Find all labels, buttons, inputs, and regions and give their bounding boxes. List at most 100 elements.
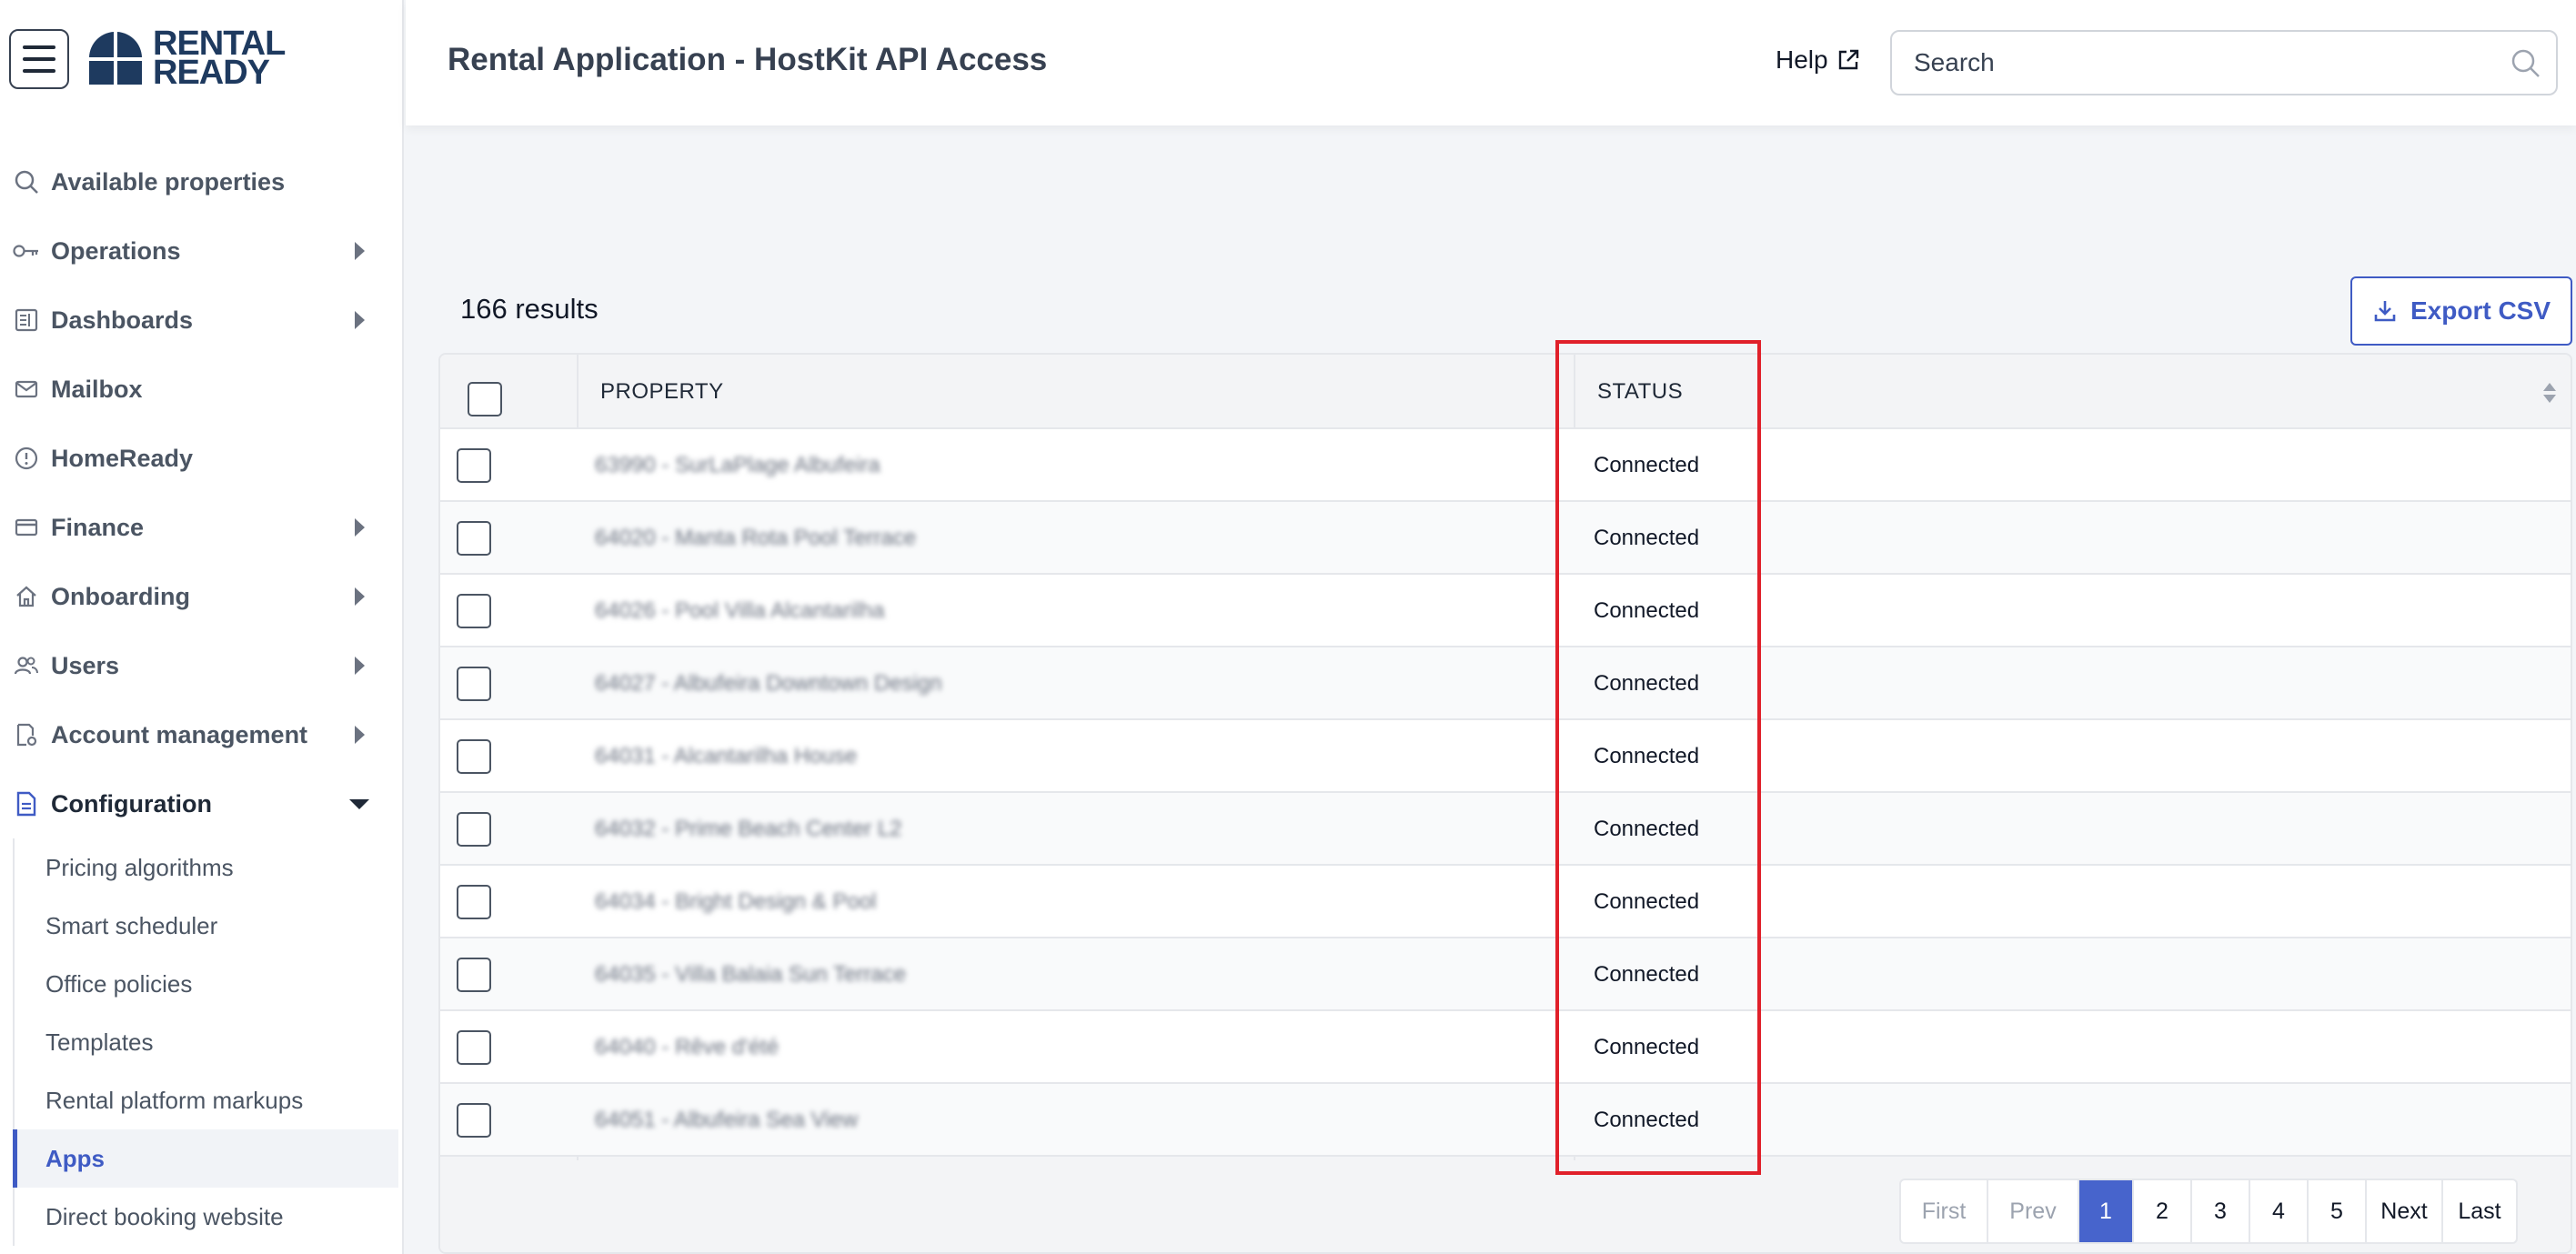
pagination: First Prev 1 2 3 4 5 Next Last <box>1899 1179 2518 1244</box>
sidebar-item-available-properties[interactable]: Available properties <box>0 147 404 216</box>
sidebar: RENTAL READY Available properties Operat… <box>0 0 404 1254</box>
pagination-next[interactable]: Next <box>2367 1180 2443 1242</box>
property-name[interactable]: 64032 - Prime Beach Center L2 <box>595 793 902 866</box>
table-header: PROPERTY STATUS <box>440 355 2571 429</box>
sidebar-item-mailbox[interactable]: Mailbox <box>0 355 404 424</box>
table-row[interactable]: 63990 - SurLaPlage Albufeira Connected <box>440 429 2571 502</box>
logo-text: RENTAL READY <box>153 26 286 92</box>
document-icon <box>13 790 40 818</box>
row-checkbox[interactable] <box>457 739 491 774</box>
row-checkbox[interactable] <box>457 812 491 847</box>
sidebar-item-homeready[interactable]: HomeReady <box>0 424 404 493</box>
column-header-property[interactable]: PROPERTY <box>600 355 724 429</box>
dashboard-icon <box>13 306 40 334</box>
table-row[interactable]: 64040 - Rêve d'été Connected <box>440 1011 2571 1084</box>
chevron-down-icon <box>349 799 369 809</box>
search-icon[interactable] <box>2511 48 2541 79</box>
pagination-first[interactable]: First <box>1901 1180 1988 1242</box>
table-row[interactable]: 64027 - Albufeira Downtown Design Connect… <box>440 647 2571 720</box>
property-name[interactable]: 64020 - Manta Rota Pool Terrace <box>595 502 916 575</box>
property-name[interactable]: 64034 - Bright Design & Pool <box>595 866 877 938</box>
sidebar-item-operations[interactable]: Operations <box>0 216 404 286</box>
row-checkbox[interactable] <box>457 594 491 628</box>
subnav-item-pricing-algorithms[interactable]: Pricing algorithms <box>15 838 404 897</box>
chevron-right-icon <box>355 518 365 537</box>
hamburger-menu-button[interactable] <box>9 29 69 89</box>
row-checkbox[interactable] <box>457 521 491 556</box>
subnav-item-apps[interactable]: Apps <box>13 1129 398 1188</box>
status-value: Connected <box>1594 889 1700 914</box>
subnav-item-rental-platform-markups[interactable]: Rental platform markups <box>15 1071 404 1129</box>
chevron-right-icon <box>355 587 365 606</box>
column-header-status[interactable]: STATUS <box>1597 355 1683 429</box>
sidebar-item-label: HomeReady <box>51 444 194 472</box>
row-checkbox[interactable] <box>457 667 491 701</box>
status-value: Connected <box>1594 526 1700 550</box>
row-checkbox[interactable] <box>457 958 491 992</box>
property-name[interactable]: 64051 - Albufeira Sea View <box>595 1084 858 1157</box>
property-name[interactable]: 64035 - Villa Balaia Sun Terrace <box>595 938 906 1011</box>
pagination-last[interactable]: Last <box>2443 1180 2516 1242</box>
export-csv-button[interactable]: Export CSV <box>2350 276 2572 346</box>
row-checkbox[interactable] <box>457 1103 491 1138</box>
table-row[interactable]: 64032 - Prime Beach Center L2 Connected <box>440 793 2571 866</box>
sort-icon[interactable] <box>2541 380 2558 406</box>
sidebar-item-users[interactable]: Users <box>0 631 404 700</box>
status-value: Connected <box>1594 1108 1700 1132</box>
logo-line2: READY <box>153 54 270 92</box>
table-row[interactable]: 64034 - Bright Design & Pool Connected <box>440 866 2571 938</box>
download-icon <box>2374 301 2396 322</box>
property-name[interactable]: 64026 - Pool Villa Alcantarilha <box>595 575 884 647</box>
search-box <box>1890 30 2558 95</box>
sidebar-nav: Available properties Operations Dashboar… <box>0 147 404 1246</box>
mail-icon <box>13 376 40 403</box>
table-row[interactable]: 64051 - Albufeira Sea View Connected <box>440 1084 2571 1157</box>
users-icon <box>13 652 40 679</box>
table-row[interactable]: 64020 - Manta Rota Pool Terrace Connected <box>440 502 2571 575</box>
sidebar-item-configuration[interactable]: Configuration <box>0 769 404 838</box>
subnav-item-office-policies[interactable]: Office policies <box>15 955 404 1013</box>
credit-card-icon <box>13 514 40 541</box>
chevron-right-icon <box>355 726 365 744</box>
top-header: Rental Application - HostKit API Access … <box>406 0 2576 125</box>
sidebar-item-finance[interactable]: Finance <box>0 493 404 562</box>
sidebar-item-label: Account management <box>51 720 308 748</box>
sidebar-item-account-management[interactable]: Account management <box>0 700 404 769</box>
table-row[interactable]: 64026 - Pool Villa Alcantarilha Connected <box>440 575 2571 647</box>
pagination-page-1[interactable]: 1 <box>2079 1180 2134 1242</box>
property-name[interactable]: 64027 - Albufeira Downtown Design <box>595 647 942 720</box>
home-icon <box>13 583 40 610</box>
menu-bar <box>23 57 55 61</box>
status-value: Connected <box>1594 671 1700 696</box>
pagination-page-3[interactable]: 3 <box>2192 1180 2250 1242</box>
property-name[interactable]: 63990 - SurLaPlage Albufeira <box>595 429 880 502</box>
sidebar-item-dashboards[interactable]: Dashboards <box>0 286 404 355</box>
pagination-page-5[interactable]: 5 <box>2309 1180 2367 1242</box>
sidebar-item-onboarding[interactable]: Onboarding <box>0 562 404 631</box>
table-row[interactable]: 64031 - Alcantarilha House Connected <box>440 720 2571 793</box>
logo[interactable]: RENTAL READY <box>87 26 286 92</box>
subnav-item-direct-booking-website[interactable]: Direct booking website <box>15 1188 404 1246</box>
search-input[interactable] <box>1892 32 2556 94</box>
alert-circle-icon <box>13 445 40 472</box>
table-row[interactable]: 64035 - Villa Balaia Sun Terrace Connecte… <box>440 938 2571 1011</box>
row-checkbox[interactable] <box>457 1030 491 1065</box>
subnav-item-smart-scheduler[interactable]: Smart scheduler <box>15 897 404 955</box>
property-name[interactable]: 64040 - Rêve d'été <box>595 1011 779 1084</box>
table-footer: First Prev 1 2 3 4 5 Next Last <box>440 1160 2571 1252</box>
account-settings-icon <box>13 721 40 748</box>
menu-bar <box>23 69 55 73</box>
subnav-item-templates[interactable]: Templates <box>15 1013 404 1071</box>
status-value: Connected <box>1594 598 1700 623</box>
pagination-page-2[interactable]: 2 <box>2134 1180 2192 1242</box>
select-all-checkbox[interactable] <box>468 382 502 416</box>
pagination-page-4[interactable]: 4 <box>2250 1180 2309 1242</box>
row-checkbox[interactable] <box>457 448 491 483</box>
property-name[interactable]: 64031 - Alcantarilha House <box>595 720 857 793</box>
row-checkbox[interactable] <box>457 885 491 919</box>
sidebar-item-label: Finance <box>51 513 145 541</box>
pagination-prev[interactable]: Prev <box>1988 1180 2079 1242</box>
sidebar-item-label: Available properties <box>51 167 286 196</box>
page-title: Rental Application - HostKit API Access <box>448 42 1048 77</box>
help-link[interactable]: Help <box>1776 45 1861 75</box>
